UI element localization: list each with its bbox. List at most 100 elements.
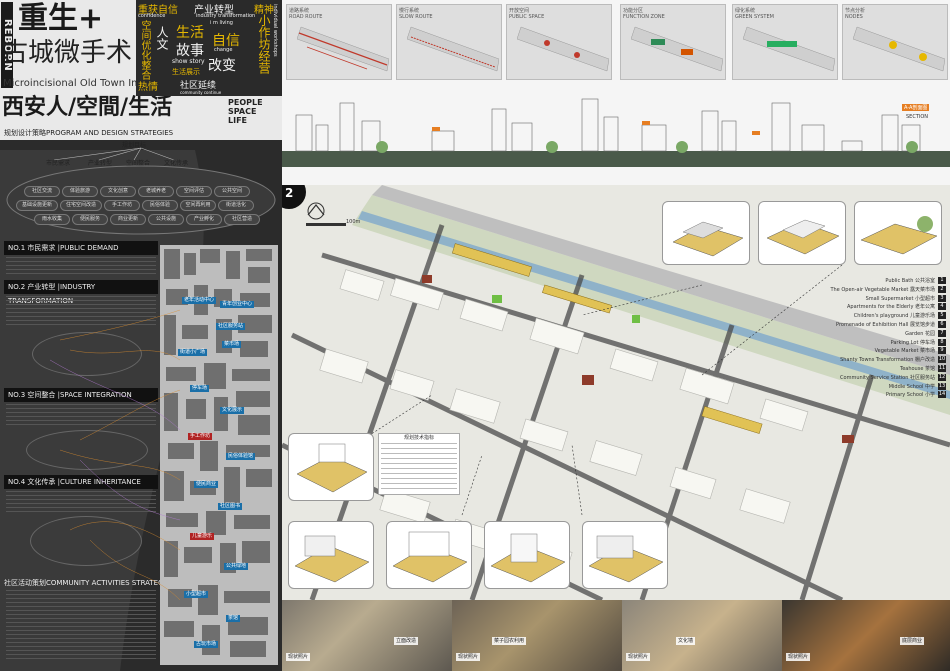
analysis-plan-6-title: 节点分析 <box>845 8 866 14</box>
section-elevation <box>282 98 950 167</box>
section-2-id: NO.2 <box>8 283 26 291</box>
photo-1-tag: 现状照片 <box>286 653 311 661</box>
callout-axon-3 <box>854 201 942 265</box>
legend-item: Promenade of Exhibition Hall 展览馆步道 6 <box>802 320 946 330</box>
analysis-plan-5-label: GREEN SYSTEM <box>735 14 774 20</box>
legend-text: Apartments for the Elderly 老年公寓 <box>847 304 935 311</box>
pillar-1: 市民需求 <box>46 160 71 167</box>
legend-number: 5 <box>938 312 946 320</box>
word-cloud-8: 生活展示 <box>172 68 200 76</box>
strategy-node: 公共设施 <box>148 214 184 225</box>
word-cloud-4-en: i m living <box>210 20 233 26</box>
map-tag: 小型超市 <box>184 591 209 598</box>
callout-axon-2 <box>758 201 846 265</box>
top-analysis-strip: 道路系统 ROAD ROUTE 慢行系统 SLOW ROUTE 开放空间 PUB… <box>282 0 950 185</box>
analysis-plan-4: 功能分区 FUNCTION ZONE <box>620 4 726 80</box>
word-cloud-9: 改变 <box>208 58 236 74</box>
photo-strip: 现状照片 立面改造 现状照片 菜子园农利用 现状照片 文化墙 现状照片 底层商业 <box>282 600 950 671</box>
analysis-plan-2: 慢行系统 SLOW ROUTE <box>396 4 502 80</box>
legend-number: 13 <box>938 382 946 390</box>
word-cloud-5: 故事 <box>176 43 204 59</box>
photo-2-tag: 现状照片 <box>456 653 481 661</box>
legend-item: Community Service Station 社区服务站 12 <box>802 373 946 383</box>
map-tag: 文化展示 <box>220 407 245 414</box>
analysis-plan-1-label: ROAD ROUTE <box>289 14 323 20</box>
analysis-plan-4-title: 功能分区 <box>623 8 644 14</box>
tagline-en-3: LIFE <box>228 116 248 125</box>
legend-number: 2 <box>938 285 946 293</box>
analysis-plan-6-map <box>853 26 945 72</box>
callout-axon-6 <box>386 521 472 589</box>
word-cloud-2-en: industry transformation <box>196 13 256 19</box>
legend-item: Primary School 小学 14 <box>802 391 946 400</box>
strategy-node: 老城养老 <box>138 186 174 197</box>
callout-axon-6-drawing <box>392 531 468 583</box>
analysis-plan-4-label: FUNCTION ZONE <box>623 14 665 20</box>
callout-axon-7 <box>484 521 570 589</box>
callout-axon-8 <box>582 521 668 589</box>
section-2-header: NO.2 产业转型 |INDUSTRY TRANSFORMATION <box>4 280 158 305</box>
map-tag: 停车场 <box>190 385 210 392</box>
analysis-plan-3-map <box>517 26 609 72</box>
legend-item: Teahouse 茶馆 11 <box>802 364 946 374</box>
photo-1-caption: 立面改造 <box>394 637 419 645</box>
legend-item: Middle School 中学 13 <box>802 382 946 392</box>
strategy-node: 社区营造 <box>224 214 260 225</box>
map-tag: 手工作坊 <box>188 433 213 440</box>
strategy-node: 产业孵化 <box>186 214 222 225</box>
legend-text: Promenade of Exhibition Hall 展览馆步道 <box>836 321 935 328</box>
word-cloud-13: 空间优化整合 <box>139 20 150 80</box>
legend-item: The Open-air Vegetable Market 露天菜市场 2 <box>802 285 946 295</box>
strategy-goal: 规划目标 <box>122 142 147 149</box>
map-tag: 青年创业中心 <box>220 301 255 308</box>
legend-item: Apartments for the Elderly 老年公寓 4 <box>802 303 946 312</box>
map-tag: 老年活动中心 <box>182 297 217 304</box>
strategy-node: 商业更新 <box>110 214 146 225</box>
strategy-node: 手工作坊 <box>104 200 140 211</box>
tagline-en-2: SPACE <box>228 107 257 116</box>
legend-text: The Open-air Vegetable Market 露天菜市场 <box>830 286 935 293</box>
callout-axon-5-drawing <box>294 535 370 583</box>
strategy-header: 规划设计策略PROGRAM AND DESIGN STRATEGIES <box>4 129 174 137</box>
map-tag: 便民商业 <box>194 481 219 488</box>
legend-text: Primary School 小学 <box>885 392 935 399</box>
master-plan: 2 100m Public Bath 公共浴室 1 The Open-air V… <box>282 185 950 600</box>
legend-number: 7 <box>938 329 946 337</box>
analysis-plan-4-map <box>631 26 723 72</box>
section-1-id: NO.1 <box>8 244 26 252</box>
map-tag: 社区图书 <box>218 503 243 510</box>
strategy-node: 空间再利用 <box>180 200 216 211</box>
legend-number: 4 <box>938 303 946 311</box>
section-3-id: NO.3 <box>8 391 26 399</box>
photo-4-caption: 底层商业 <box>900 637 925 645</box>
callout-axon-1-drawing <box>672 221 744 257</box>
strategy-node: 社区交流 <box>24 186 60 197</box>
strategy-node: 空间评估 <box>176 186 212 197</box>
legend-text: Garden 花园 <box>905 330 935 337</box>
section-1-title: 市民需求 |PUBLIC DEMAND <box>27 244 119 252</box>
word-cloud-12: 小作坊经营 <box>257 14 271 74</box>
photo-1: 现状照片 立面改造 <box>282 600 452 671</box>
legend-number: 14 <box>938 391 946 399</box>
strategy-node: 住宅空间改造 <box>60 200 102 211</box>
callout-axon-7-drawing <box>490 533 566 583</box>
strategy-node: 基础设施更新 <box>16 200 58 211</box>
photo-2-caption: 菜子园农利用 <box>492 637 527 645</box>
legend-text: Small Supermarket 小型超市 <box>865 295 935 302</box>
north-arrow-icon <box>306 202 346 226</box>
legend-text: Teahouse 茶馆 <box>899 365 935 372</box>
map-tag: 公共绿地 <box>224 563 249 570</box>
analysis-plan-1: 道路系统 ROAD ROUTE <box>286 4 392 80</box>
legend-text: Children's playground 儿童游乐场 <box>853 313 935 320</box>
strategy-diagram: 规划目标 市民需求 产业转型 空间整合 文化传承 社区交流 体验旅游 文化创意 … <box>4 140 278 236</box>
analysis-plan-1-title: 道路系统 <box>289 8 310 14</box>
strategy-node: 雨水收集 <box>34 214 70 225</box>
callout-axon-8-drawing <box>588 535 664 583</box>
map-tag: 儿童游乐 <box>190 533 215 540</box>
map-tag: 古玩市场 <box>194 641 219 648</box>
legend-item: Small Supermarket 小型超市 3 <box>802 294 946 304</box>
word-cloud-11-en: community continue <box>180 90 222 95</box>
analysis-plan-1-map <box>297 26 389 72</box>
legend-item: Parking Lot 停车场 8 <box>802 338 946 348</box>
legend-text: Shanty Towns Transformation 棚户改造 <box>840 357 935 364</box>
